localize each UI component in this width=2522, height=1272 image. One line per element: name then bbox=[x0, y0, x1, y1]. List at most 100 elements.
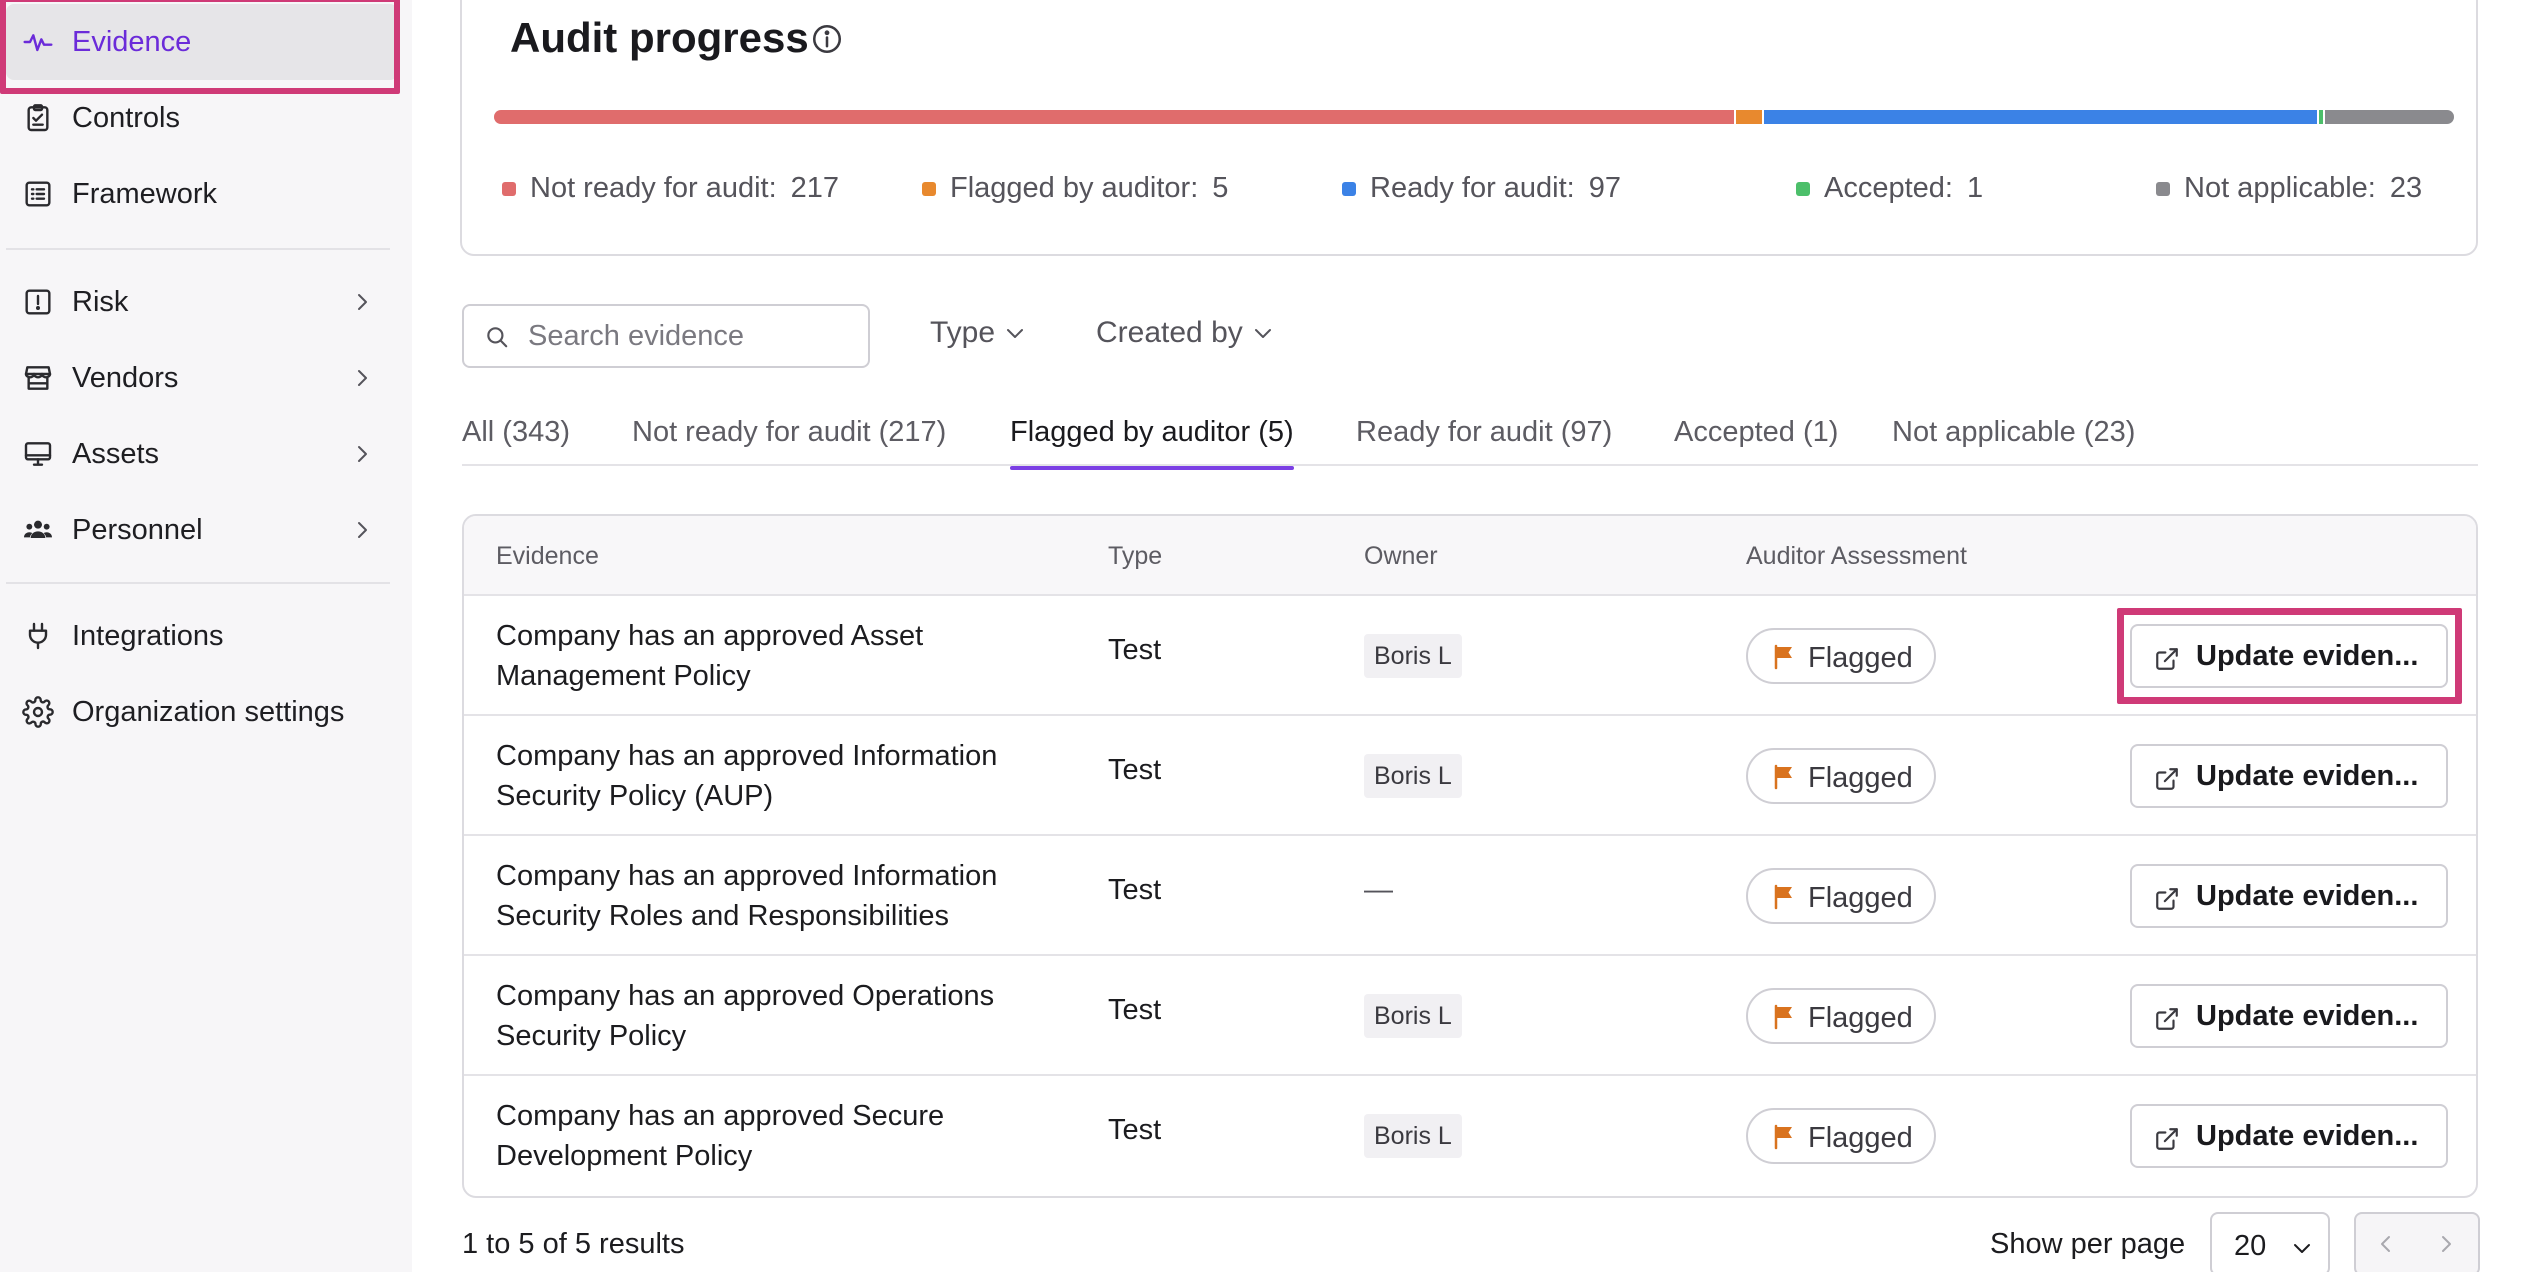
evidence-type: Test bbox=[1108, 874, 1162, 906]
assessment-label: Flagged bbox=[1808, 642, 1913, 674]
clipboard-check-icon bbox=[20, 100, 56, 136]
legend-value: 5 bbox=[1212, 172, 1229, 204]
evidence-name[interactable]: Company has an approved Operations Secur… bbox=[496, 976, 1056, 1056]
progress-segment-not-applicable bbox=[2322, 110, 2454, 124]
type-filter[interactable]: Type bbox=[930, 316, 1027, 350]
external-link-icon bbox=[2156, 888, 2178, 910]
table-row[interactable]: Company has an approved Operations Secur… bbox=[464, 956, 2476, 1076]
chevron-down-icon bbox=[1254, 329, 1271, 338]
external-link-icon bbox=[2156, 1128, 2178, 1150]
update-evidence-button[interactable]: Update eviden... bbox=[2130, 864, 2448, 928]
legend-label: Flagged by auditor: bbox=[950, 172, 1199, 204]
column-header-type[interactable]: Type bbox=[1108, 542, 1162, 571]
sidebar-item-personnel[interactable]: Personnel bbox=[6, 492, 398, 568]
column-header-evidence[interactable]: Evidence bbox=[496, 542, 599, 571]
created-by-filter-label: Created by bbox=[1096, 316, 1243, 349]
update-evidence-button[interactable]: Update eviden... bbox=[2130, 984, 2448, 1048]
assessment-label: Flagged bbox=[1808, 762, 1913, 794]
tab-flagged[interactable]: Flagged by auditor (5) bbox=[1010, 416, 1294, 470]
legend-value: 217 bbox=[790, 172, 840, 204]
tab-not-applicable[interactable]: Not applicable (23) bbox=[1892, 416, 2135, 466]
table-row[interactable]: Company has an approved Secure Developme… bbox=[464, 1076, 2476, 1196]
update-evidence-button[interactable]: Update eviden... bbox=[2130, 1104, 2448, 1168]
type-filter-label: Type bbox=[930, 316, 996, 349]
audit-progress-bar bbox=[494, 110, 2454, 124]
sidebar-item-integrations[interactable]: Integrations bbox=[6, 598, 398, 674]
tab-all[interactable]: All (343) bbox=[462, 416, 570, 466]
evidence-type: Test bbox=[1108, 1114, 1162, 1146]
evidence-name[interactable]: Company has an approved Secure Developme… bbox=[496, 1096, 1056, 1176]
update-evidence-label: Update eviden... bbox=[2196, 760, 2419, 792]
chevron-right-icon bbox=[358, 294, 367, 310]
sidebar-item-label: Integrations bbox=[72, 619, 224, 652]
owner-chip: Boris L bbox=[1364, 754, 1462, 798]
owner-chip: Boris L bbox=[1364, 634, 1462, 678]
sidebar-item-label: Risk bbox=[72, 285, 129, 318]
table-row[interactable]: Company has an approved Information Secu… bbox=[464, 716, 2476, 836]
sidebar-item-framework[interactable]: Framework bbox=[6, 156, 398, 232]
assessment-badge: Flagged bbox=[1746, 748, 1936, 804]
evidence-name[interactable]: Company has an approved Information Secu… bbox=[496, 736, 1056, 816]
created-by-filter[interactable]: Created by bbox=[1096, 316, 1275, 350]
audit-progress-title: Audit progress bbox=[510, 14, 809, 61]
sidebar-item-controls[interactable]: Controls bbox=[6, 80, 398, 156]
sidebar-divider bbox=[6, 248, 390, 250]
search-input[interactable] bbox=[528, 314, 858, 358]
table-row[interactable]: Company has an approved Information Secu… bbox=[464, 836, 2476, 956]
monitor-icon bbox=[20, 436, 56, 472]
column-header-owner[interactable]: Owner bbox=[1364, 542, 1438, 571]
plug-icon bbox=[20, 618, 56, 654]
per-page-select[interactable]: 20 bbox=[2210, 1212, 2330, 1272]
evidence-type: Test bbox=[1108, 634, 1162, 666]
column-header-assessment[interactable]: Auditor Assessment bbox=[1746, 542, 1967, 571]
chevron-right-icon bbox=[358, 522, 367, 538]
chevron-down-icon bbox=[2294, 1244, 2310, 1253]
chevron-right-icon bbox=[358, 370, 367, 386]
legend-label: Not applicable: bbox=[2184, 172, 2376, 204]
tab-ready[interactable]: Ready for audit (97) bbox=[1356, 416, 1612, 466]
progress-segment-ready bbox=[1762, 110, 2317, 124]
assessment-label: Flagged bbox=[1808, 882, 1913, 914]
owner-empty: — bbox=[1364, 874, 1393, 906]
legend-not-ready: Not ready for audit: 217 bbox=[502, 172, 839, 205]
legend-swatch bbox=[1796, 181, 1810, 196]
assessment-badge: Flagged bbox=[1746, 988, 1936, 1044]
search-icon bbox=[487, 327, 508, 348]
legend-label: Not ready for audit: bbox=[530, 172, 777, 204]
legend-value: 97 bbox=[1588, 172, 1621, 204]
update-evidence-button[interactable]: Update eviden... bbox=[2130, 624, 2448, 688]
alert-square-icon bbox=[20, 284, 56, 320]
legend-not-applicable: Not applicable: 23 bbox=[2156, 172, 2422, 205]
evidence-table: Evidence Type Owner Auditor Assessment C… bbox=[462, 514, 2478, 1198]
store-icon bbox=[20, 360, 56, 396]
flag-icon bbox=[1774, 884, 1792, 910]
sidebar-item-vendors[interactable]: Vendors bbox=[6, 340, 398, 416]
update-evidence-button[interactable]: Update eviden... bbox=[2130, 744, 2448, 808]
sidebar-item-risk[interactable]: Risk bbox=[6, 264, 398, 340]
tab-accepted[interactable]: Accepted (1) bbox=[1674, 416, 1838, 466]
external-link-icon bbox=[2156, 648, 2178, 670]
legend-accepted: Accepted: 1 bbox=[1796, 172, 1983, 205]
sidebar-item-assets[interactable]: Assets bbox=[6, 416, 398, 492]
next-page-button[interactable] bbox=[2416, 1212, 2480, 1272]
legend-label: Accepted: bbox=[1824, 172, 1953, 204]
table-row[interactable]: Company has an approved Asset Management… bbox=[464, 596, 2476, 716]
tab-not-ready[interactable]: Not ready for audit (217) bbox=[632, 416, 946, 466]
chevron-left-icon bbox=[2381, 1236, 2390, 1252]
update-evidence-label: Update eviden... bbox=[2196, 640, 2419, 672]
sidebar-item-evidence[interactable]: Evidence bbox=[6, 4, 398, 80]
owner-chip: Boris L bbox=[1364, 1114, 1462, 1158]
progress-segment-not-ready bbox=[494, 110, 1734, 124]
previous-page-button[interactable] bbox=[2354, 1212, 2418, 1272]
sidebar-item-organization-settings[interactable]: Organization settings bbox=[6, 674, 398, 750]
flag-icon bbox=[1774, 644, 1792, 670]
legend-value: 23 bbox=[2389, 172, 2423, 204]
info-icon[interactable] bbox=[810, 22, 844, 56]
evidence-name[interactable]: Company has an approved Asset Management… bbox=[496, 616, 1056, 696]
evidence-name[interactable]: Company has an approved Information Secu… bbox=[496, 856, 1056, 936]
owner-chip: Boris L bbox=[1364, 994, 1462, 1038]
legend-swatch bbox=[502, 181, 516, 196]
sidebar: Evidence Controls Framework Risk Vendors… bbox=[0, 0, 412, 1272]
progress-segment-flagged bbox=[1733, 110, 1763, 124]
gear-icon bbox=[20, 694, 56, 730]
